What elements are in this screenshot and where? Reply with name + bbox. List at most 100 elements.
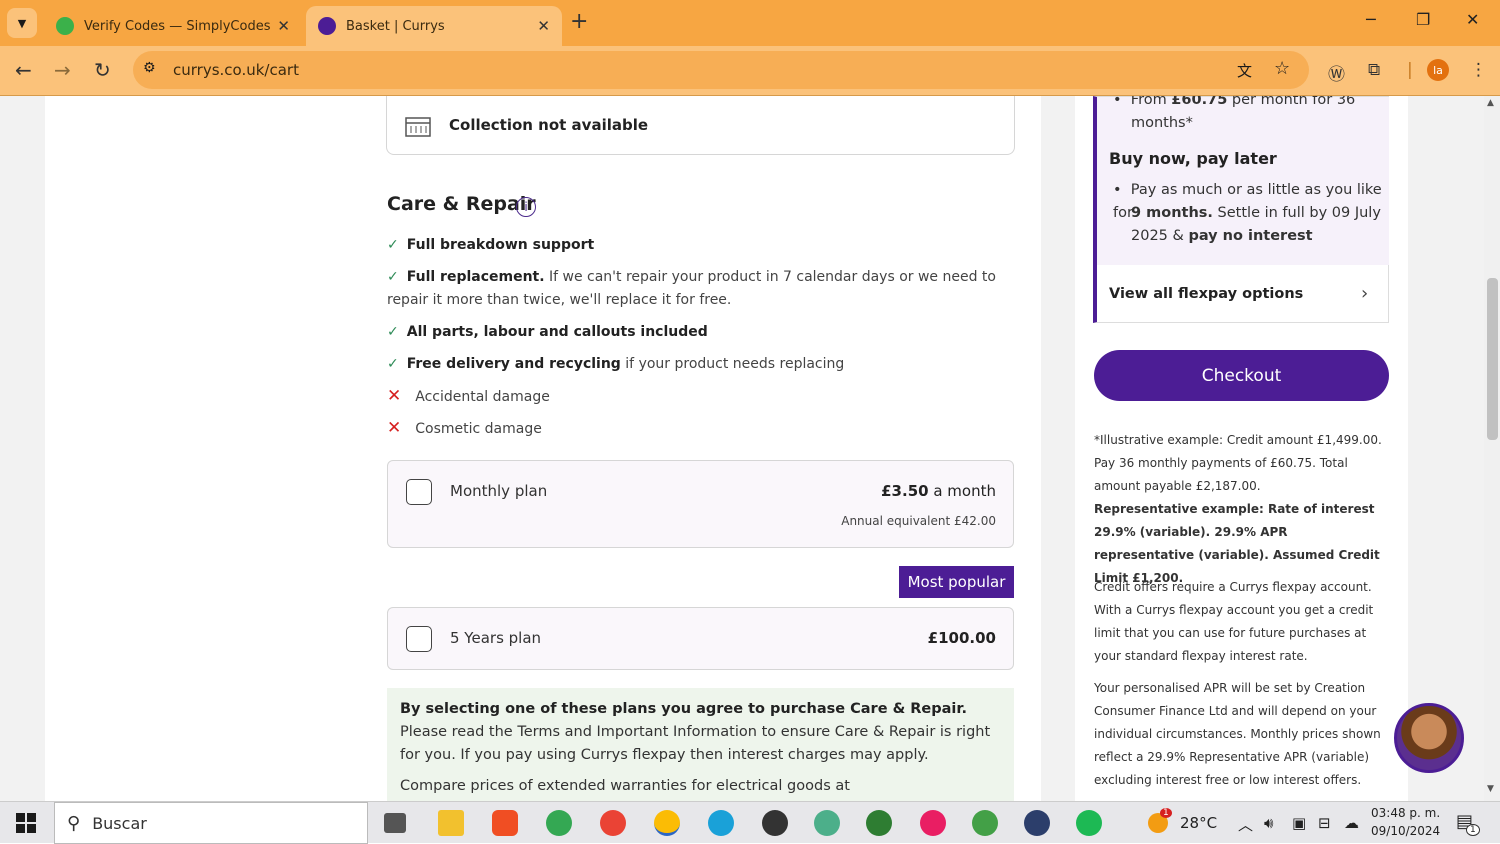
from-suffix: per month for 36 [1227, 96, 1356, 108]
omnibox[interactable]: ⚙ currys.co.uk/cart 文 ☆ [133, 51, 1309, 89]
tray-chevron-up-icon[interactable]: ︿ [1238, 814, 1253, 835]
restore-icon[interactable]: ❐ [1416, 10, 1430, 29]
bookmark-star-icon[interactable]: ☆ [1274, 58, 1290, 79]
windows-start-icon[interactable] [16, 813, 36, 833]
from-line: • From £60.75 per month for 36 [1113, 96, 1355, 112]
scroll-down-icon[interactable]: ▼ [1487, 784, 1494, 794]
notification-badge: 1 [1466, 824, 1480, 836]
page-scrollbar[interactable]: ▲ ▼ [1484, 96, 1500, 801]
tab-simplycodes[interactable]: Verify Codes — SimplyCodes ✕ [44, 6, 302, 46]
brave-browser-icon[interactable] [492, 810, 518, 836]
simplycodes-favicon-icon [56, 17, 74, 35]
profile-avatar[interactable]: la [1427, 59, 1449, 81]
extensions-puzzle-icon[interactable]: ⧉ [1368, 60, 1380, 80]
monthly-plan-checkbox[interactable] [406, 479, 432, 505]
temperature[interactable]: 28°C [1180, 814, 1217, 832]
exclusion-item: ✕ Cosmetic damage [387, 417, 1007, 441]
close-window-icon[interactable]: ✕ [1466, 10, 1479, 29]
chevron-right-icon[interactable]: › [1361, 283, 1368, 304]
chrome-profile-icon[interactable] [866, 810, 892, 836]
tab-search-button[interactable]: ▼ [7, 8, 37, 38]
five-year-plan-option[interactable]: 5 Years plan £100.00 [387, 607, 1014, 670]
plan-price: £3.50 a month [881, 482, 996, 500]
file-explorer-icon[interactable] [438, 810, 464, 836]
order-summary-column: • From £60.75 per month for 36 months* B… [1075, 96, 1408, 801]
exclusion-item: ✕ Accidental damage [387, 385, 1007, 409]
feature-rest: if your product needs replacing [620, 356, 845, 372]
months-line: months* [1131, 115, 1193, 131]
reload-icon[interactable]: ↻ [94, 58, 111, 82]
page-viewport: Collection not available Care & Repair i… [0, 96, 1484, 801]
url-text[interactable]: currys.co.uk/cart [173, 61, 299, 79]
translate-icon[interactable]: 文 [1237, 60, 1252, 81]
cross-icon: ✕ [387, 386, 402, 406]
meet-icon[interactable]: ▣ [1292, 814, 1306, 832]
close-tab-icon[interactable]: ✕ [277, 17, 290, 35]
plan-price: £100.00 [927, 629, 996, 647]
new-tab-button[interactable]: + [570, 9, 588, 34]
chrome-profile-icon[interactable] [600, 810, 626, 836]
taskbar-search-box[interactable]: ⚲ Buscar [54, 802, 368, 844]
taskbar-clock[interactable]: 03:48 p. m. 09/10/2024 [1371, 804, 1440, 840]
wordpress-icon[interactable] [1024, 810, 1050, 836]
chrome-profile-icon[interactable] [654, 810, 680, 836]
info-icon[interactable]: i [516, 197, 536, 217]
tab-title: Basket | Currys [346, 18, 445, 34]
chrome-profile-icon[interactable] [920, 810, 946, 836]
tab-title: Verify Codes — SimplyCodes [84, 18, 271, 34]
care-repair-title: Care & Repair [387, 193, 536, 215]
scrollbar-thumb[interactable] [1487, 278, 1498, 440]
feature-bold: Free delivery and recycling [406, 356, 621, 372]
volume-icon[interactable]: 🔊︎ [1264, 814, 1273, 832]
check-icon: ✓ [387, 356, 399, 372]
close-tab-icon[interactable]: ✕ [537, 17, 550, 35]
chrome-profile-icon[interactable] [708, 810, 734, 836]
time: 03:48 p. m. [1371, 806, 1441, 820]
currys-favicon-icon [318, 17, 336, 35]
plan-name: 5 Years plan [450, 629, 542, 647]
price-period: a month [928, 482, 996, 500]
network-icon[interactable]: ⊟ [1318, 814, 1331, 832]
task-view-icon[interactable] [384, 813, 406, 833]
chrome-profile-icon[interactable] [814, 810, 840, 836]
chat-assistant-avatar[interactable] [1394, 703, 1464, 773]
basket-main: Collection not available Care & Repair i… [45, 96, 1041, 801]
collection-text: Collection not available [449, 116, 649, 134]
bnpl-text: 2025 & [1131, 228, 1189, 244]
address-toolbar: ← → ↻ ⚙ currys.co.uk/cart 文 ☆ Ⓦ ⧉ | ⋮ [0, 46, 1500, 96]
feature-bold: All parts, labour and callouts included [406, 324, 708, 340]
extension-w-icon[interactable]: Ⓦ [1328, 60, 1345, 85]
spotify-icon[interactable] [1076, 810, 1102, 836]
chrome-profile-icon[interactable] [762, 810, 788, 836]
plan-name: Monthly plan [450, 482, 548, 500]
feature-item: ✓ Free delivery and recycling if your pro… [387, 353, 1007, 376]
checkout-button[interactable]: Checkout [1094, 350, 1389, 401]
back-icon[interactable]: ← [15, 58, 32, 82]
bnpl-bold: pay no interest [1188, 228, 1313, 244]
menu-dots-icon[interactable]: ⋮ [1470, 60, 1487, 80]
bnpl-line: 2025 & pay no interest [1131, 225, 1313, 248]
view-all-flexpay-link[interactable]: View all flexpay options [1109, 286, 1303, 302]
scroll-up-icon[interactable]: ▲ [1487, 98, 1494, 108]
exclusion-text: Accidental damage [415, 389, 550, 405]
bnpl-title: Buy now, pay later [1109, 149, 1277, 168]
onedrive-icon[interactable]: ☁ [1344, 814, 1359, 832]
site-settings-icon[interactable]: ⚙ [143, 60, 156, 76]
search-placeholder: Buscar [92, 813, 147, 833]
windows-taskbar: ⚲ Buscar 1 28°C ︿ 🔊︎ ▣ ⊟ ☁ 03:48 p. m. 0… [0, 801, 1500, 844]
monthly-plan-option[interactable]: Monthly plan £3.50 a month Annual equiva… [387, 460, 1014, 548]
minimize-icon[interactable]: ─ [1366, 10, 1376, 29]
feature-item: ✓ All parts, labour and callouts included [387, 321, 1007, 344]
agreement-notice: By selecting one of these plans you agre… [387, 688, 1014, 801]
date: 09/10/2024 [1371, 824, 1441, 838]
flexpay-options: • From £60.75 per month for 36 months* B… [1097, 96, 1389, 265]
forward-icon[interactable]: → [54, 58, 71, 82]
chrome-profile-icon[interactable] [972, 810, 998, 836]
five-year-plan-checkbox[interactable] [406, 626, 432, 652]
tab-currys[interactable]: Basket | Currys ✕ [306, 6, 562, 46]
cross-icon: ✕ [387, 418, 402, 438]
exclusion-text: Cosmetic damage [415, 421, 542, 437]
bnpl-text: Settle in full by 09 July [1212, 205, 1381, 221]
separator: | [1407, 60, 1413, 80]
chrome-profile-icon[interactable] [546, 810, 572, 836]
